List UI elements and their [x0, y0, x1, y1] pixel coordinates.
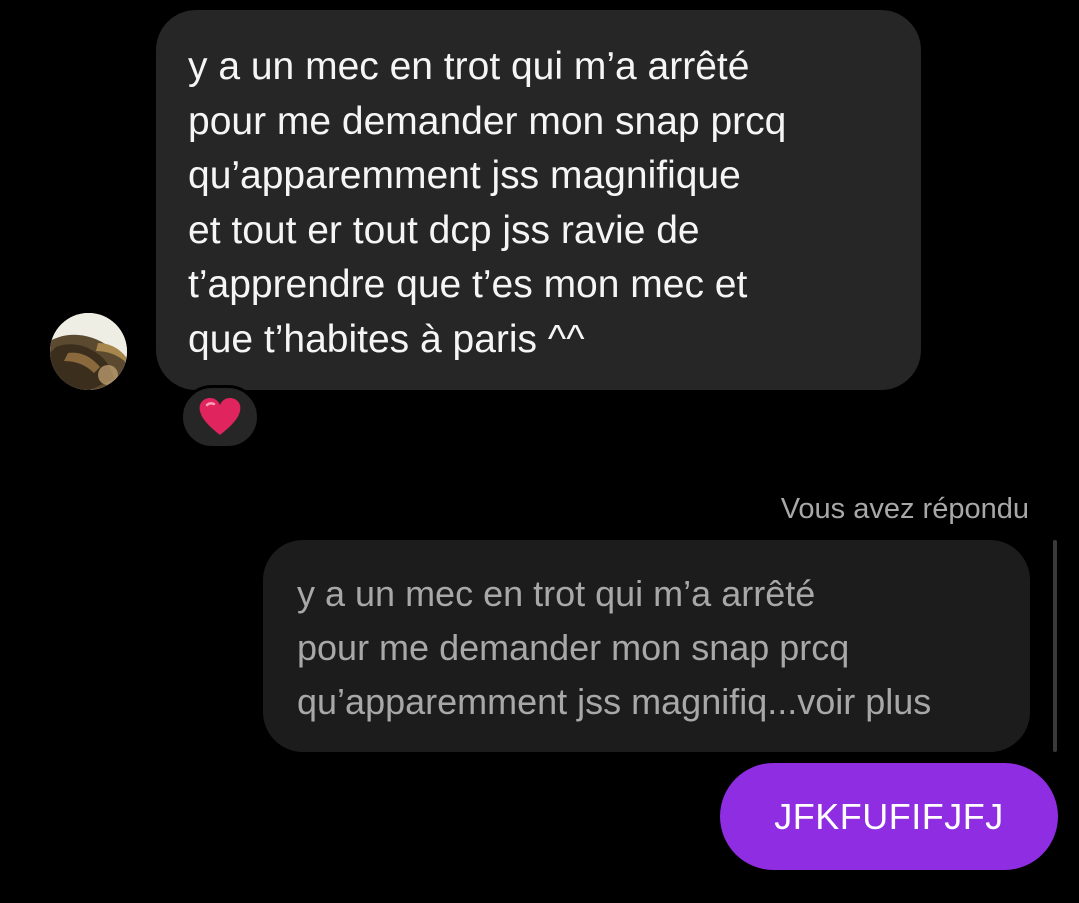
incoming-message-bubble[interactable]: y a un mec en trot qui m’a arrêté pour m… [156, 10, 921, 390]
avatar-photo [50, 313, 127, 390]
quoted-message-bubble[interactable]: y a un mec en trot qui m’a arrêté pour m… [263, 540, 1030, 752]
message-reaction[interactable] [180, 385, 260, 449]
contact-avatar[interactable] [50, 313, 127, 390]
quote-indicator-bar [1053, 540, 1057, 752]
outgoing-message-bubble[interactable]: JFKFUFIFJFJ [720, 763, 1058, 870]
message-thread: y a un mec en trot qui m’a arrêté pour m… [0, 0, 1079, 903]
red-heart-icon [199, 398, 241, 435]
reply-label: Vous avez répondu [780, 493, 1029, 525]
